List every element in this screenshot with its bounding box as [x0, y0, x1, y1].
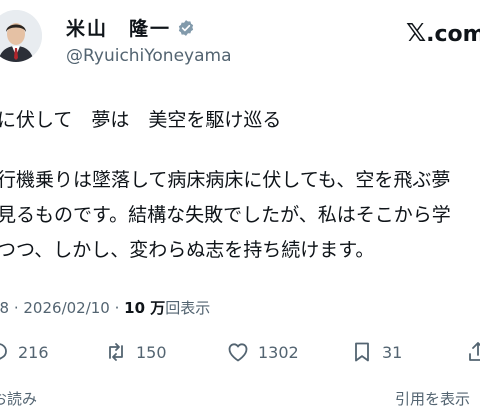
- tweet-text-line: 見るものです。結構な失敗でしたが、私はそこから学: [0, 204, 451, 226]
- bookmark-button[interactable]: 31: [350, 340, 402, 364]
- avatar[interactable]: [0, 10, 42, 62]
- reply-count: 216: [18, 342, 49, 362]
- reply-icon: [0, 343, 7, 360]
- views-label: 回表示: [165, 299, 211, 317]
- read-replies-link[interactable]: お読み: [0, 388, 37, 409]
- timestamp[interactable]: 38 · 2026/02/10 ·: [0, 299, 124, 317]
- tweet-text-line: つつ、しかし、変わらぬ志を持ち続けます。: [0, 239, 375, 261]
- views-count: 10 万: [124, 299, 166, 317]
- avatar-portrait-icon: [0, 10, 42, 62]
- action-bar: 216 150 1302 31: [0, 340, 480, 366]
- tweet-text-line: に伏して 夢は 美空を駆け巡る: [0, 109, 282, 131]
- bookmark-count: 31: [382, 342, 403, 362]
- display-name[interactable]: 米山 隆一: [66, 14, 171, 41]
- handle[interactable]: @RyuichiYoneyama: [66, 46, 232, 66]
- bookmark-icon: [355, 342, 369, 362]
- heart-icon: [228, 343, 248, 362]
- name-row: 米山 隆一: [66, 14, 195, 41]
- reply-button[interactable]: 216: [0, 340, 49, 364]
- like-count: 1302: [258, 342, 299, 362]
- verified-badge-icon: [178, 19, 194, 36]
- repost-count: 150: [136, 342, 167, 362]
- x-com-brand: 𝕏.com: [406, 18, 480, 47]
- repost-button[interactable]: 150: [104, 340, 167, 364]
- share-icon: [469, 342, 480, 361]
- tweet-text-line: 行機乗りは墜落して病床病床に伏しても、空を飛ぶ夢: [0, 169, 451, 191]
- view-quotes-link[interactable]: 引用を表示: [395, 388, 470, 409]
- brand-domain: .com: [426, 22, 480, 47]
- like-button[interactable]: 1302: [226, 340, 299, 364]
- tweet-meta: 38 · 2026/02/10 · 10 万回表示: [0, 297, 210, 318]
- repost-icon: [109, 343, 123, 361]
- share-button[interactable]: [466, 340, 480, 364]
- x-logo-icon: 𝕏: [406, 18, 427, 47]
